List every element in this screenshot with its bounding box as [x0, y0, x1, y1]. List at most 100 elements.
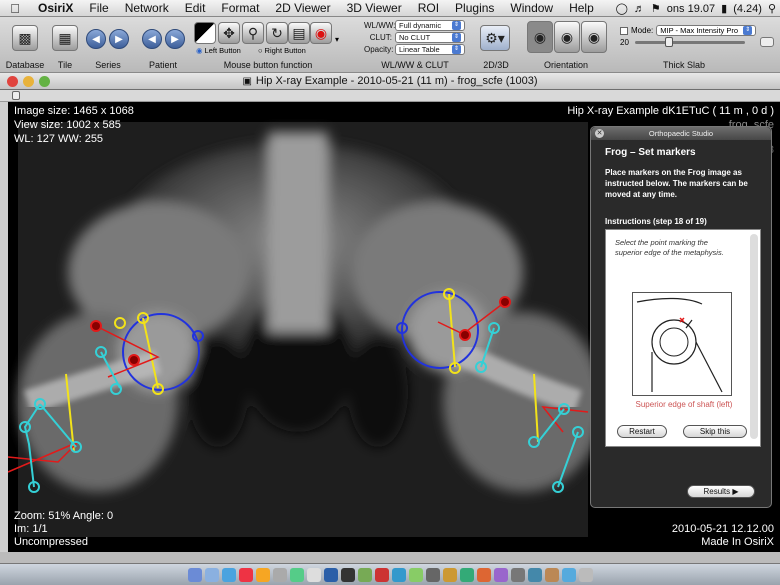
patient-prev-button[interactable]: ◀: [142, 29, 162, 49]
clut-select[interactable]: No CLUT ⇕: [395, 32, 465, 43]
battery-status[interactable]: (4.24): [733, 3, 762, 15]
osirix-icon[interactable]: [425, 567, 440, 582]
marker-red[interactable]: [90, 320, 102, 332]
left-button-radio[interactable]: ◉: [196, 46, 203, 55]
roi-tool-icon[interactable]: ◉: [310, 22, 332, 44]
scroller-thumb[interactable]: [12, 91, 20, 100]
marker-red[interactable]: [459, 329, 471, 341]
close-window-icon[interactable]: [7, 76, 18, 87]
tile-icon[interactable]: ▦: [52, 25, 78, 51]
system-preferences-icon[interactable]: [510, 567, 525, 582]
database-icon[interactable]: ▩: [12, 25, 38, 51]
facetime-icon[interactable]: [289, 567, 304, 582]
firefox-icon[interactable]: [255, 567, 270, 582]
menu-plugins[interactable]: Plugins: [447, 1, 502, 15]
wlww-select-value: Full dynamic: [399, 21, 442, 30]
zoom-tool-icon[interactable]: ⚲: [242, 22, 264, 44]
chrome-icon[interactable]: [238, 567, 253, 582]
app-store-icon[interactable]: [527, 567, 542, 582]
menu-format[interactable]: Format: [213, 1, 267, 15]
marker-red[interactable]: [128, 354, 140, 366]
slab-slider-thumb[interactable]: [664, 37, 673, 47]
wlww-select[interactable]: Full dynamic ⇕: [395, 20, 465, 31]
excel-icon[interactable]: [459, 567, 474, 582]
marker-red[interactable]: [499, 296, 511, 308]
left-femoral-head-circle[interactable]: [122, 313, 200, 391]
toolbar-toggle-button[interactable]: [760, 37, 774, 47]
zoom-window-icon[interactable]: [39, 76, 50, 87]
diagram-annotation: Superior edge of shaft (left): [635, 400, 733, 409]
coronal-orientation-icon[interactable]: ◉: [554, 21, 580, 53]
axial-orientation-icon[interactable]: ◉: [527, 21, 553, 53]
menu-window[interactable]: Window: [502, 1, 561, 15]
iphoto-icon[interactable]: [408, 567, 423, 582]
restart-button[interactable]: Restart: [617, 425, 667, 438]
mode-checkbox[interactable]: [620, 26, 628, 35]
document-icon: ▣: [242, 75, 252, 87]
apple-menu-icon[interactable]: : [0, 1, 30, 16]
calendar-icon[interactable]: [306, 567, 321, 582]
documents-folder-icon[interactable]: [544, 567, 559, 582]
series-prev-button[interactable]: ◀: [86, 29, 106, 49]
compression-text: Uncompressed: [14, 536, 88, 548]
safari-icon[interactable]: [221, 567, 236, 582]
mail-icon[interactable]: [204, 567, 219, 582]
skype-icon[interactable]: [391, 567, 406, 582]
wlww-field-label: WL/WW:: [364, 21, 396, 30]
menu-network[interactable]: Network: [117, 1, 177, 15]
menu-edit[interactable]: Edit: [177, 1, 214, 15]
downloads-folder-icon[interactable]: [561, 567, 576, 582]
series-next-button[interactable]: ▶: [109, 29, 129, 49]
itunes-icon[interactable]: [323, 567, 338, 582]
acrobat-icon[interactable]: [374, 567, 389, 582]
gear-icon[interactable]: ⚙▾: [480, 25, 510, 51]
menu-file[interactable]: File: [81, 1, 116, 15]
patient-next-button[interactable]: ▶: [165, 29, 185, 49]
terminal-icon[interactable]: [340, 567, 355, 582]
itunes-store-icon[interactable]: [493, 567, 508, 582]
wifi-icon[interactable]: ◯: [616, 2, 628, 15]
results-button[interactable]: Results ▶: [687, 485, 755, 498]
finder-icon[interactable]: [187, 567, 202, 582]
battery-icon[interactable]: ▮: [721, 2, 727, 15]
marker-yellow[interactable]: [114, 317, 126, 329]
right-cyan-lines: [480, 327, 579, 488]
menu-help[interactable]: Help: [561, 1, 602, 15]
clut-row: CLUT: No CLUT ⇕: [364, 32, 465, 43]
move-tool-icon[interactable]: ✥: [218, 22, 240, 44]
flag-icon[interactable]: ⚑: [651, 2, 661, 15]
opacity-select[interactable]: Linear Table ⇕: [395, 44, 465, 55]
series-label: Series: [95, 60, 121, 70]
menu-2d-viewer[interactable]: 2D Viewer: [267, 1, 338, 15]
powerpoint-icon[interactable]: [476, 567, 491, 582]
volume-icon[interactable]: ♬: [634, 3, 645, 15]
minimize-window-icon[interactable]: [23, 76, 34, 87]
trash-icon[interactable]: [578, 567, 593, 582]
preview-icon[interactable]: [357, 567, 372, 582]
menu-roi[interactable]: ROI: [410, 1, 447, 15]
word-icon[interactable]: [442, 567, 457, 582]
window-titlebar: ▣ Hip X-ray Example - 2010-05-21 (11 m) …: [0, 73, 780, 90]
menubar-clock[interactable]: ons 19.07: [667, 3, 715, 15]
tools-dropdown-icon[interactable]: ▾: [335, 35, 339, 44]
spotlight-icon[interactable]: ⚲: [768, 2, 776, 15]
thick-slab-label: Thick Slab: [662, 60, 706, 70]
wlww-tool-icon[interactable]: [194, 22, 216, 44]
slab-slider[interactable]: [634, 37, 745, 47]
menu-3d-viewer[interactable]: 3D Viewer: [339, 1, 410, 15]
panel-intro: Place markers on the Frog image as instr…: [605, 168, 748, 199]
wlww-clut-label: WL/WW & CLUT: [381, 60, 449, 70]
rotate-tool-icon[interactable]: ↻: [266, 22, 288, 44]
right-button-radio-group: ○ Right Button: [258, 46, 306, 55]
menu-osirix[interactable]: OsiriX: [30, 1, 81, 15]
skip-button[interactable]: Skip this: [683, 425, 747, 438]
right-button-radio[interactable]: ○: [258, 46, 263, 55]
panel-close-icon[interactable]: ✕: [595, 129, 604, 138]
mode-select[interactable]: MIP - Max Intensity Pro ⇕: [656, 25, 757, 36]
window-bottom-bar: [0, 552, 780, 563]
stack-tool-icon[interactable]: ▤: [288, 22, 310, 44]
image-scroller[interactable]: [0, 90, 780, 102]
address-book-icon[interactable]: [272, 567, 287, 582]
marker-cyan[interactable]: [110, 383, 122, 395]
sagittal-orientation-icon[interactable]: ◉: [581, 21, 607, 53]
